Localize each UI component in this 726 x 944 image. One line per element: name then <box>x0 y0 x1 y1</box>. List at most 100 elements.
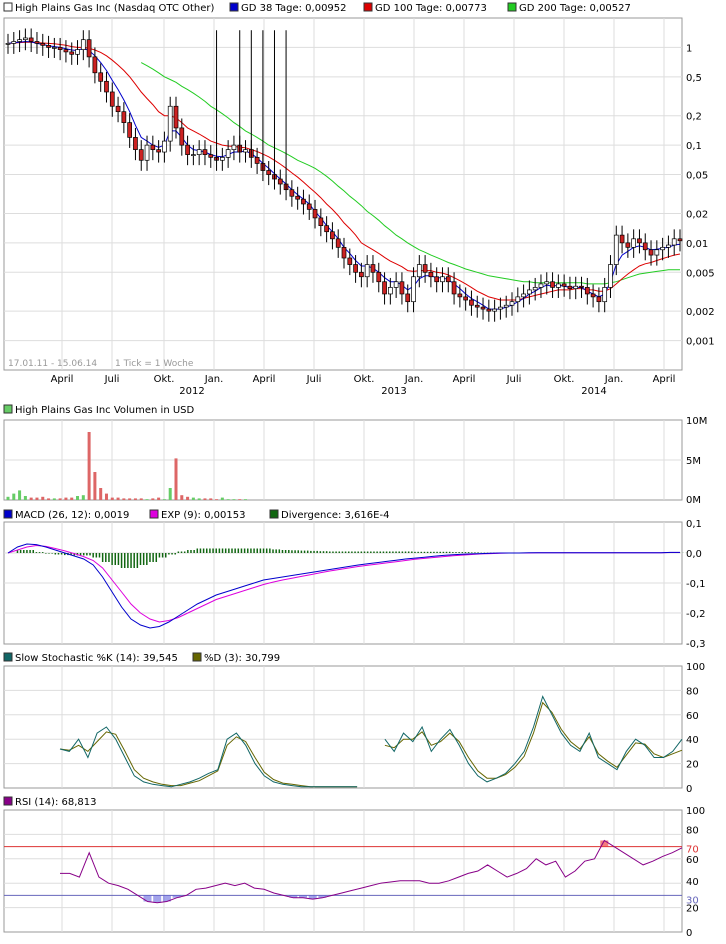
legend-stoch-d: %D (3): 30,799 <box>204 653 280 664</box>
volume-bar <box>168 488 172 500</box>
legend-macd: MACD (26, 12): 0,0019 <box>15 510 129 521</box>
legend-swatch-volume <box>3 404 13 414</box>
price-candle <box>416 264 422 278</box>
date-range-label: 17.01.11 - 15.06.14 <box>8 359 97 369</box>
price-candle <box>637 238 642 244</box>
volume-bar <box>104 493 108 500</box>
volume-panel: High Plains Gas Inc Volumen in USD 10M 5… <box>3 404 707 506</box>
price-candle <box>660 246 665 251</box>
price-candle <box>399 281 405 295</box>
volume-bar <box>145 499 149 500</box>
legend-gd100: GD 100 Tage: 0,00773 <box>375 3 487 14</box>
price-candle <box>428 271 434 278</box>
price-candle <box>440 276 445 283</box>
volume-bar <box>70 497 74 500</box>
tick-info-label: 1 Tick = 1 Woche <box>115 359 194 369</box>
price-candle <box>486 308 492 312</box>
price-candle <box>411 276 416 303</box>
price-candle <box>382 281 387 295</box>
price-candle <box>451 281 457 295</box>
price-candle <box>289 189 295 197</box>
price-candle <box>625 242 631 248</box>
volume-bar <box>238 499 242 500</box>
price-x-axis: April Juli Okt. Jan. April Juli Okt. Jan. April J… <box>51 374 676 385</box>
price-candle <box>5 43 11 45</box>
price-candle <box>231 144 237 150</box>
volume-bar <box>209 498 213 500</box>
price-candle <box>191 154 196 156</box>
price-candle <box>573 285 579 289</box>
rsi-panel: RSI (14): 68,813 1008070604030200 <box>3 796 705 939</box>
volume-bar <box>226 499 230 500</box>
price-candle <box>521 293 526 298</box>
macd-y-axis: 0,1 0,0 -0,1 -0,2 -0,3 <box>686 519 706 650</box>
volume-bar <box>244 499 248 500</box>
volume-bar <box>174 458 178 500</box>
price-candle <box>243 149 248 153</box>
volume-bar <box>81 495 85 500</box>
price-y-tick-label: 0,5 <box>686 73 702 84</box>
price-candle <box>527 289 532 295</box>
volume-bar <box>215 499 219 500</box>
price-candle <box>648 249 654 256</box>
price-candle <box>602 287 608 303</box>
price-candle <box>671 238 677 246</box>
price-candle <box>202 149 208 155</box>
volume-bar <box>220 497 224 500</box>
price-candle <box>63 49 69 53</box>
volume-bar <box>139 498 143 500</box>
volume-bar <box>232 499 236 500</box>
price-candle <box>353 264 358 273</box>
price-candle <box>196 149 202 155</box>
legend-swatch-macd <box>3 509 13 519</box>
legend-gd200: GD 200 Tage: 0,00527 <box>519 3 631 14</box>
x-axis-month-label: April <box>253 374 276 385</box>
x-axis-month-label: Juli <box>506 374 522 385</box>
price-candle <box>330 231 335 240</box>
price-candle <box>69 51 75 55</box>
legend-swatch-price <box>3 2 13 12</box>
price-candle <box>590 293 596 298</box>
price-candle <box>133 137 138 150</box>
price-candle <box>561 283 567 287</box>
price-candle <box>335 238 341 248</box>
price-candle <box>179 127 185 146</box>
price-candle <box>266 170 272 175</box>
price-y-tick-label: 1 <box>686 43 692 54</box>
price-y-tick-label: 0,05 <box>686 171 708 182</box>
volume-bar <box>87 432 91 500</box>
price-candle <box>544 281 550 285</box>
volume-bar <box>197 498 201 500</box>
price-candle <box>156 149 161 153</box>
price-y-tick-label: 0,002 <box>686 307 715 318</box>
legend-swatch-rsi <box>3 796 13 806</box>
price-candle <box>364 264 370 278</box>
price-candle <box>75 49 80 55</box>
price-candle <box>115 105 121 113</box>
volume-bar <box>41 496 45 500</box>
price-candle <box>109 91 115 107</box>
price-candle <box>666 244 671 248</box>
rsi-y-tick-label: 100 <box>686 806 705 817</box>
x-axis-month-label: Okt. <box>154 374 175 385</box>
legend-gd38: GD 38 Tage: 0,00952 <box>241 3 347 14</box>
rsi-y-tick-label: 20 <box>686 904 699 915</box>
volume-bar <box>122 498 126 500</box>
volume-bar <box>110 497 114 500</box>
price-candle <box>98 72 104 82</box>
rsi-y-tick-label: 80 <box>686 825 699 836</box>
price-candle <box>167 105 173 142</box>
legend-swatch-gd200 <box>507 2 517 12</box>
volume-bar <box>47 498 51 500</box>
price-candle <box>341 246 347 259</box>
volume-bar <box>191 497 195 500</box>
price-candle <box>376 271 382 283</box>
price-candle <box>46 44 51 48</box>
price-candle <box>503 304 509 308</box>
legend-swatch-divergence <box>269 509 279 519</box>
price-candle <box>370 264 376 273</box>
price-candle <box>422 264 428 273</box>
legend-divergence: Divergence: 3,616E-4 <box>281 510 389 521</box>
volume-bar <box>128 498 132 500</box>
price-candle <box>538 283 544 288</box>
